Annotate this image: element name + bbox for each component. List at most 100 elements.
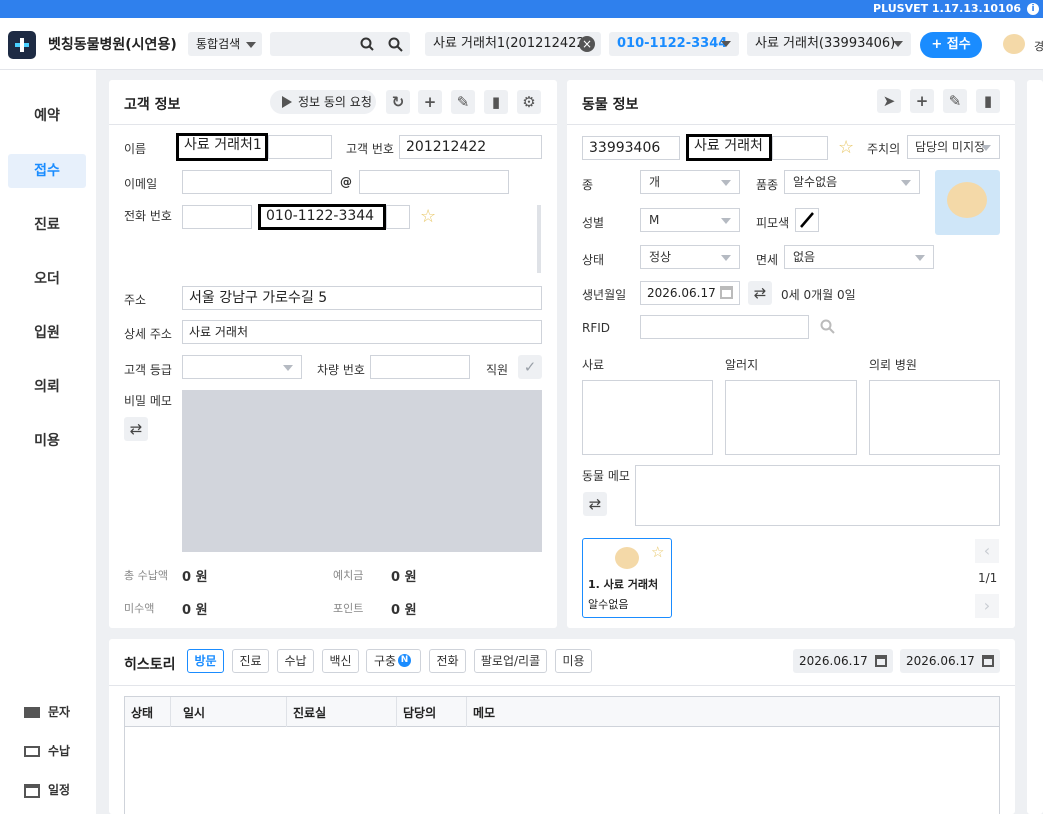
scrollbar[interactable] xyxy=(537,205,541,273)
animal-card-name: 1. 사료 거래처 xyxy=(588,578,659,591)
search-icon[interactable] xyxy=(360,37,374,51)
delete-icon[interactable]: ▮ xyxy=(976,89,1000,113)
nav-item-referral[interactable]: 의뢰 xyxy=(8,370,86,404)
customer-name-field[interactable]: 사료 거래처1 xyxy=(176,133,268,161)
grade-select[interactable] xyxy=(182,355,302,379)
favorite-star-icon[interactable]: ☆ xyxy=(838,139,854,157)
close-icon[interactable]: × xyxy=(579,36,595,52)
consent-request-button[interactable]: 정보 동의 요청 xyxy=(270,90,376,114)
tab-phone[interactable]: 전화 xyxy=(429,649,466,673)
breed-select[interactable]: 알수없음 xyxy=(784,170,920,194)
email-local-field[interactable] xyxy=(182,170,332,194)
date-to-field[interactable]: 2026.06.17 xyxy=(900,649,1000,673)
allergy-area[interactable] xyxy=(725,380,857,455)
open-tab-customer[interactable]: 사료 거래처1(201212422) × xyxy=(425,32,601,56)
tab-followup[interactable]: 팔로업/리콜 xyxy=(474,649,547,673)
phone-prefix-field[interactable] xyxy=(182,205,252,229)
column-header-datetime[interactable]: 일시 xyxy=(183,704,205,721)
divider xyxy=(109,124,557,125)
edit-icon[interactable]: ✎ xyxy=(943,89,967,113)
animal-card[interactable]: ☆ 1. 사료 거래처 알수없음 xyxy=(582,538,672,618)
customer-id-field[interactable]: 201212422 xyxy=(399,135,542,159)
car-field[interactable] xyxy=(370,355,470,379)
history-title: 히스토리 xyxy=(124,657,176,673)
immunity-select[interactable]: 없음 xyxy=(784,245,934,269)
column-header-room[interactable]: 진료실 xyxy=(293,704,326,721)
reception-button[interactable]: + 접수 xyxy=(920,32,982,58)
vet-select[interactable]: 담당의 미지정 xyxy=(907,135,1000,159)
divider xyxy=(109,685,1015,686)
tab-vaccine[interactable]: 백신 xyxy=(322,649,359,673)
animal-name-field-rest[interactable] xyxy=(772,136,828,160)
info-icon[interactable]: i xyxy=(1027,3,1039,15)
nav-item-treatment[interactable]: 진료 xyxy=(8,208,86,242)
column-header-status[interactable]: 상태 xyxy=(131,704,153,721)
open-tab-phone[interactable]: 010-1122-3344 xyxy=(609,32,739,56)
feed-area[interactable] xyxy=(582,380,713,455)
column-header-vet[interactable]: 담당의 xyxy=(403,704,436,721)
animal-id-field[interactable]: 33993406 xyxy=(582,136,680,160)
star-icon[interactable]: ☆ xyxy=(651,543,664,561)
referral-area[interactable] xyxy=(869,380,1000,455)
swap-icon[interactable] xyxy=(583,492,607,516)
nav-payment[interactable]: 수납 xyxy=(24,742,70,759)
dog-avatar-icon[interactable] xyxy=(1003,34,1025,54)
nav-sms[interactable]: 문자 xyxy=(24,703,70,720)
send-icon[interactable]: ➤ xyxy=(877,89,901,113)
phone-field-rest[interactable] xyxy=(386,205,410,229)
rfid-field[interactable] xyxy=(640,315,809,339)
email-domain-field[interactable] xyxy=(359,170,509,194)
search-icon[interactable] xyxy=(820,319,836,335)
gear-icon[interactable]: ⚙ xyxy=(517,90,541,114)
staff-label: 직원 xyxy=(486,363,509,377)
age-text: 0세 0개월 0일 xyxy=(781,288,856,302)
nav-item-inpatient[interactable]: 입원 xyxy=(8,316,86,350)
add-icon[interactable]: + xyxy=(910,89,934,113)
nav-item-order[interactable]: 오더 xyxy=(8,262,86,296)
nav-item-grooming[interactable]: 미용 xyxy=(8,424,86,458)
sex-select[interactable]: M xyxy=(640,208,740,232)
nav-schedule[interactable]: 일정 xyxy=(24,781,70,798)
swap-icon[interactable] xyxy=(748,281,772,305)
tab-deworming[interactable]: 구충 N xyxy=(366,649,421,673)
detail-address-field[interactable]: 사료 거래처 xyxy=(182,320,542,344)
delete-icon[interactable]: ▮ xyxy=(484,90,508,114)
prev-arrow-icon[interactable]: ‹ xyxy=(975,539,999,563)
nav-item-reservation[interactable]: 예약 xyxy=(8,99,86,133)
total-label: 총 수납액 xyxy=(124,569,168,582)
edit-icon[interactable]: ✎ xyxy=(451,90,475,114)
add-icon[interactable]: + xyxy=(418,90,442,114)
deposit-value: 0 원 xyxy=(391,570,417,585)
open-tab-animal[interactable]: 사료 거래처(33993406) xyxy=(747,32,911,56)
address-field[interactable]: 서울 강남구 가로수길 5 xyxy=(182,286,542,310)
status-select[interactable]: 정상 xyxy=(640,245,740,269)
calendar-icon[interactable] xyxy=(720,286,733,299)
person-search-icon[interactable] xyxy=(388,37,404,52)
animal-memo-label: 동물 메모 xyxy=(582,469,630,483)
phone-field[interactable]: 010-1122-3344 xyxy=(258,204,386,230)
swap-icon[interactable] xyxy=(124,417,148,441)
secret-memo-area[interactable] xyxy=(182,390,542,552)
color-picker[interactable] xyxy=(795,208,819,232)
animal-photo[interactable] xyxy=(935,170,1000,235)
customer-title: 고객 정보 xyxy=(124,97,181,113)
animal-memo-area[interactable] xyxy=(635,465,1000,526)
star-icon[interactable]: ☆ xyxy=(420,208,436,226)
date-from-field[interactable]: 2026.06.17 xyxy=(793,649,893,673)
calendar-icon xyxy=(875,655,887,667)
animal-name-field[interactable]: 사료 거래처 xyxy=(686,134,772,161)
customer-name-field-rest[interactable] xyxy=(268,135,332,159)
chevron-down-icon xyxy=(246,41,257,48)
tab-payment[interactable]: 수납 xyxy=(277,649,314,673)
column-header-memo[interactable]: 메모 xyxy=(473,704,495,721)
search-input[interactable] xyxy=(270,32,410,56)
tab-grooming[interactable]: 미용 xyxy=(555,649,592,673)
search-mode-dropdown[interactable]: 통합검색 xyxy=(188,32,262,56)
nav-item-reception[interactable]: 접수 xyxy=(8,154,86,188)
staff-checkbox[interactable]: ✓ xyxy=(518,355,542,379)
tab-treatment[interactable]: 진료 xyxy=(232,649,269,673)
tab-visit[interactable]: 방문 xyxy=(187,649,224,673)
refresh-icon[interactable]: ↻ xyxy=(386,90,410,114)
species-select[interactable]: 개 xyxy=(640,170,740,194)
next-arrow-icon[interactable]: › xyxy=(975,594,999,618)
